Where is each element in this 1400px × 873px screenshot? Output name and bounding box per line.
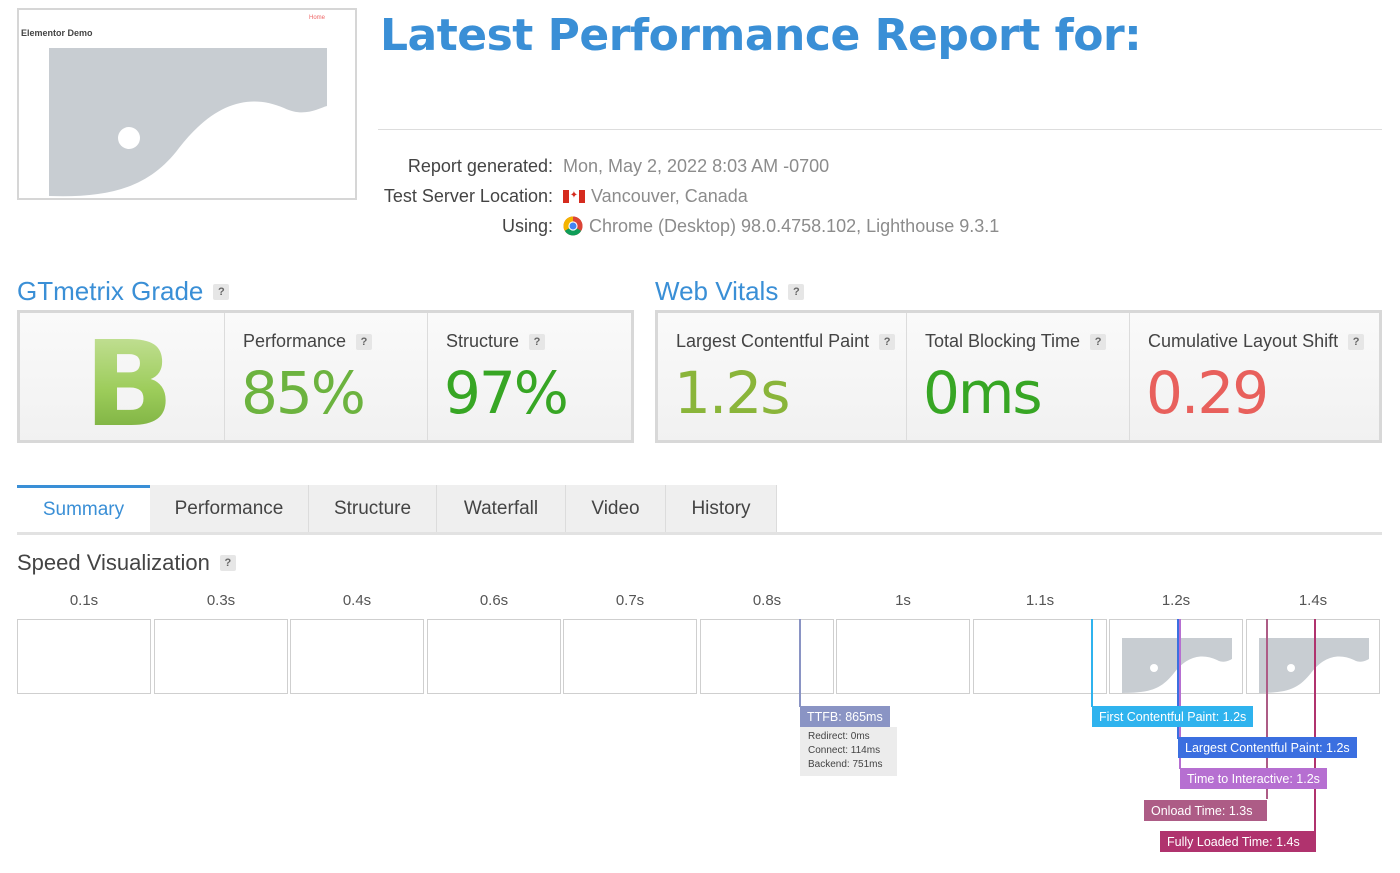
tab-history[interactable]: History	[666, 485, 777, 532]
meta-row-report-generated: Report generated: Mon, May 2, 2022 8:03 …	[378, 151, 999, 181]
fully-loaded-marker-label[interactable]: Fully Loaded Time: 1.4s	[1160, 831, 1316, 852]
using-value-wrap: Chrome (Desktop) 98.0.4758.102, Lighthou…	[563, 216, 999, 237]
fcp-marker-label[interactable]: First Contentful Paint: 1.2s	[1092, 706, 1254, 727]
cls-value: 0.29	[1146, 359, 1269, 427]
frame-time-label: 1.1s	[1025, 592, 1055, 609]
location-label: Test Server Location:	[383, 185, 553, 206]
site-thumbnail: Elementor Demo Home	[17, 8, 357, 200]
chrome-icon	[563, 216, 583, 236]
ttfb-redirect: Redirect: 0ms	[808, 731, 870, 742]
filmstrip-frame[interactable]	[700, 619, 834, 694]
ttfb-backend: Backend: 751ms	[808, 759, 883, 770]
report-generated-value: Mon, May 2, 2022 8:03 AM -0700	[563, 155, 830, 176]
cls-help-icon[interactable]: ?	[1348, 333, 1365, 350]
filmstrip-frame[interactable]	[973, 619, 1107, 694]
cls-label: Cumulative Layout Shift	[1148, 331, 1339, 351]
report-generated-label: Report generated:	[407, 155, 553, 176]
frame-time-labels: 0.1s 0.3s 0.4s 0.6s 0.7s 0.8s 1s 1.1s 1.…	[17, 592, 1382, 612]
frame-time-label: 0.3s	[206, 592, 236, 609]
speed-visualization-heading: Speed Visualization ?	[17, 550, 236, 576]
tab-waterfall[interactable]: Waterfall	[437, 485, 566, 532]
lcp-label-wrap: Largest Contentful Paint ?	[676, 331, 896, 352]
filmstrip-frame[interactable]	[427, 619, 561, 694]
tbt-value: 0ms	[923, 359, 1043, 427]
tab-performance[interactable]: Performance	[150, 485, 309, 532]
web-vitals-heading: Web Vitals ?	[655, 276, 805, 307]
location-value-wrap: ✦ Vancouver, Canada	[563, 186, 748, 207]
performance-label-wrap: Performance ?	[243, 331, 373, 352]
structure-label: Structure	[446, 331, 520, 351]
frame-time-label: 0.6s	[479, 592, 509, 609]
tti-marker-label[interactable]: Time to Interactive: 1.2s	[1180, 768, 1327, 789]
lcp-cell: Largest Contentful Paint ? 1.2s	[658, 313, 907, 440]
frame-time-label: 1.4s	[1298, 592, 1328, 609]
vitals-help-icon[interactable]: ?	[788, 283, 805, 300]
frame-time-label: 0.1s	[69, 592, 99, 609]
tab-video[interactable]: Video	[566, 485, 666, 532]
grade-panel: B Performance ? 85% Structure ? 97%	[17, 310, 634, 453]
structure-value: 97%	[444, 359, 569, 427]
using-value: Chrome (Desktop) 98.0.4758.102, Lighthou…	[589, 215, 1000, 236]
cls-cell: Cumulative Layout Shift ? 0.29	[1130, 313, 1379, 440]
structure-help-icon[interactable]: ?	[529, 333, 546, 350]
fcp-marker-line	[1091, 619, 1093, 707]
page-title: Latest Performance Report for:	[380, 10, 1142, 61]
meta-row-using: Using: Chrome (Desktop) 98.0.4758.102, L…	[378, 211, 999, 241]
gtmetrix-grade-title: GTmetrix Grade	[17, 276, 204, 306]
location-value: Vancouver, Canada	[591, 185, 748, 206]
performance-value: 85%	[241, 359, 366, 427]
using-label: Using:	[501, 215, 553, 236]
header-divider	[378, 129, 1382, 130]
grade-help-icon[interactable]: ?	[213, 283, 230, 300]
meta-row-location: Test Server Location: ✦ Vancouver, Canad…	[378, 181, 999, 211]
filmstrip-frame[interactable]	[154, 619, 288, 694]
thumbnail-image-placeholder-icon	[49, 48, 327, 198]
ttfb-marker-label[interactable]: TTFB: 865ms	[800, 706, 890, 727]
grade-letter: B	[84, 315, 174, 453]
frame-time-label: 1s	[895, 592, 911, 609]
web-vitals-panel: Largest Contentful Paint ? 1.2s Total Bl…	[655, 310, 1382, 443]
performance-cell: Performance ? 85%	[225, 313, 428, 440]
speed-visualization-title: Speed Visualization	[17, 550, 210, 575]
thumbnail-menu-text: Home	[308, 15, 325, 21]
tab-summary[interactable]: Summary	[17, 485, 150, 532]
fully-loaded-marker-line	[1314, 619, 1316, 831]
web-vitals-title: Web Vitals	[655, 276, 779, 306]
grade-letter-cell: B	[20, 313, 225, 453]
frame-time-label: 1.2s	[1161, 592, 1191, 609]
thumbnail-site-title: Elementor Demo	[21, 28, 93, 38]
tbt-help-icon[interactable]: ?	[1090, 333, 1107, 350]
lcp-marker-label[interactable]: Largest Contentful Paint: 1.2s	[1178, 737, 1357, 758]
ttfb-connect: Connect: 114ms	[808, 745, 881, 756]
lcp-value: 1.2s	[674, 359, 790, 427]
canada-flag-icon: ✦	[563, 189, 585, 203]
performance-label: Performance	[243, 331, 347, 351]
filmstrip-frame[interactable]	[290, 619, 424, 694]
tbt-cell: Total Blocking Time ? 0ms	[907, 313, 1130, 440]
tbt-label-wrap: Total Blocking Time ?	[925, 331, 1107, 352]
filmstrip-frame[interactable]	[836, 619, 970, 694]
filmstrip-frame[interactable]	[1109, 619, 1243, 694]
lcp-help-icon[interactable]: ?	[879, 333, 896, 350]
structure-cell: Structure ? 97%	[428, 313, 631, 440]
report-meta: Report generated: Mon, May 2, 2022 8:03 …	[378, 151, 999, 241]
structure-label-wrap: Structure ?	[446, 331, 546, 352]
ttfb-marker-line	[799, 619, 801, 707]
ttfb-breakdown: Redirect: 0ms Connect: 114ms Backend: 75…	[800, 727, 897, 776]
gtmetrix-grade-heading: GTmetrix Grade ?	[17, 276, 230, 307]
speed-help-icon[interactable]: ?	[219, 555, 236, 571]
frame-time-label: 0.7s	[615, 592, 645, 609]
tab-structure[interactable]: Structure	[309, 485, 437, 532]
lcp-label: Largest Contentful Paint	[676, 331, 870, 351]
performance-help-icon[interactable]: ?	[356, 333, 373, 350]
filmstrip-frame[interactable]	[563, 619, 697, 694]
onload-marker-label[interactable]: Onload Time: 1.3s	[1144, 800, 1267, 821]
filmstrip-frame[interactable]	[17, 619, 151, 694]
frame-time-label: 0.4s	[342, 592, 372, 609]
tbt-label: Total Blocking Time	[925, 331, 1081, 351]
cls-label-wrap: Cumulative Layout Shift ?	[1148, 331, 1365, 352]
frame-time-label: 0.8s	[752, 592, 782, 609]
report-tabs: Summary Performance Structure Waterfall …	[17, 485, 1382, 535]
